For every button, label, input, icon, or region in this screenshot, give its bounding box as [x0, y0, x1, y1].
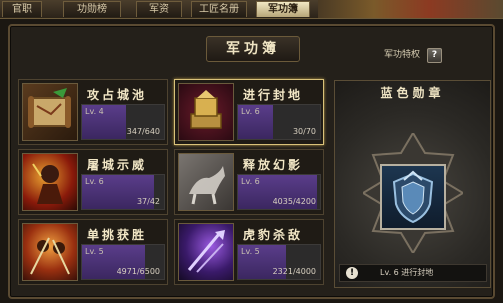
progress-bar: Lv. 6 4035/4200 — [237, 174, 321, 210]
card-title: 进行封地 — [243, 88, 304, 102]
medal-status-task: 进行封地 — [401, 268, 434, 277]
blue-shield-medal-icon[interactable] — [380, 164, 446, 230]
level-label: Lv. 6 — [85, 177, 104, 186]
progress-value: 4035/4200 — [272, 197, 316, 206]
card-title: 释放幻影 — [243, 158, 304, 172]
achievement-card-tiger-leopard-kills[interactable]: 虎豹杀敌 Lv. 5 2321/4000 — [174, 219, 324, 285]
fire-warrior-icon — [22, 153, 78, 211]
tab-bar: 官职 功勋榜 军资 工匠名册 军功簿 — [0, 0, 503, 19]
progress-value: 30/70 — [292, 127, 316, 136]
help-button[interactable]: ? — [427, 48, 442, 63]
page-title: 军功簿 — [206, 36, 300, 62]
progress-value: 347/640 — [126, 127, 160, 136]
purple-blades-icon — [178, 223, 234, 281]
tab-military-supplies[interactable]: 军资 — [136, 1, 182, 17]
tab-merit-book[interactable]: 军功簿 — [256, 1, 310, 17]
level-label: Lv. 6 — [241, 107, 260, 116]
achievement-card-duel-victory[interactable]: 单挑获胜 Lv. 5 4971/6500 — [18, 219, 168, 285]
level-label: Lv. 4 — [85, 107, 104, 116]
achievement-card-release-phantom[interactable]: 释放幻影 Lv. 6 4035/4200 — [174, 149, 324, 215]
tab-craftsman-roster[interactable]: 工匠名册 — [191, 1, 247, 17]
achievement-card-capture-city[interactable]: 攻占城池 Lv. 4 347/640 — [18, 79, 168, 145]
achievement-card-enfeoff[interactable]: 进行封地 Lv. 6 30/70 — [174, 79, 324, 145]
privilege-link[interactable]: 军功特权 — [384, 48, 420, 62]
background-scenery — [318, 0, 503, 18]
progress-bar: Lv. 6 30/70 — [237, 104, 321, 140]
golden-seal-icon — [178, 83, 234, 141]
progress-value: 2321/4000 — [272, 267, 316, 276]
level-label: Lv. 5 — [241, 247, 260, 256]
card-title: 单挑获胜 — [87, 228, 148, 242]
duel-warriors-icon — [22, 223, 78, 281]
medal-status-bar: ! Lv. 6 进行封地 — [339, 264, 487, 282]
tab-officer[interactable]: 官职 — [2, 1, 42, 17]
tab-merit-ranking[interactable]: 功勋榜 — [63, 1, 121, 17]
achievement-card-massacre-city[interactable]: 屠城示威 Lv. 6 37/42 — [18, 149, 168, 215]
phantom-horse-icon — [178, 153, 234, 211]
progress-bar: Lv. 4 347/640 — [81, 104, 165, 140]
medal-title: 蓝色勋章 — [380, 86, 445, 100]
progress-bar: Lv. 5 2321/4000 — [237, 244, 321, 280]
card-title: 虎豹杀敌 — [243, 228, 304, 242]
info-icon: ! — [346, 267, 358, 279]
scroll-map-icon — [22, 83, 78, 141]
medal-status-text: Lv. 6 进行封地 — [380, 265, 433, 281]
progress-value: 37/42 — [136, 197, 160, 206]
level-label: Lv. 6 — [241, 177, 260, 186]
medal-panel: 蓝色勋章 ! Lv. 6 进行封地 — [334, 80, 491, 288]
card-title: 攻占城池 — [87, 88, 148, 102]
progress-bar: Lv. 6 37/42 — [81, 174, 165, 210]
card-title: 屠城示威 — [87, 158, 148, 172]
progress-bar: Lv. 5 4971/6500 — [81, 244, 165, 280]
medal-status-level: Lv. 6 — [380, 268, 399, 277]
progress-value: 4971/6500 — [116, 267, 160, 276]
level-label: Lv. 5 — [85, 247, 104, 256]
